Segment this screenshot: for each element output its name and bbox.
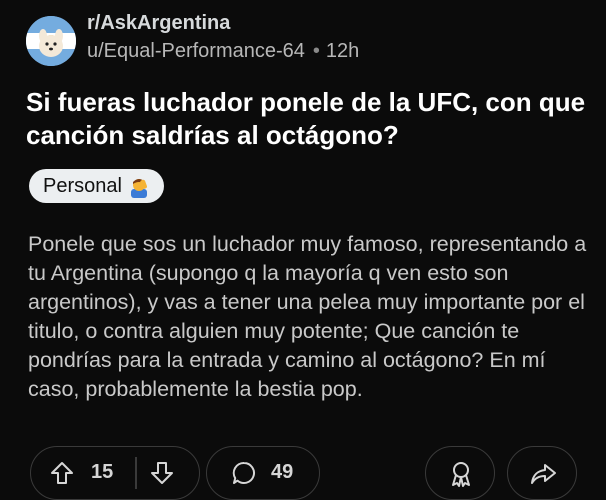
vote-pill: 15 [30,446,200,500]
post-title: Si fueras luchador ponele de la UFC, con… [26,87,586,150]
share-icon [531,464,556,484]
arrow-up-icon[interactable] [49,460,75,492]
arrow-down-icon[interactable] [149,460,175,492]
award-icon [452,462,470,487]
author-link[interactable]: u/Equal-Performance-64 [87,40,305,62]
person-facepalm-emoji-icon [128,175,150,198]
avatar-icon [26,16,76,66]
vote-divider [135,457,137,489]
post-age: 12h [325,40,360,62]
post-body: Ponele que sos un luchador muy famoso, r… [28,232,587,401]
share-button[interactable] [507,446,577,500]
comments-button[interactable]: 49 [206,446,320,500]
comment-count: 49 [271,461,294,483]
meta-separator: • [312,40,320,62]
flair-label: Personal [43,175,122,197]
comment-bubble-icon [231,460,257,492]
award-button[interactable] [425,446,495,500]
upvote-count: 15 [91,461,114,483]
post-action-bar: 15 49 [0,446,606,500]
subreddit-avatar[interactable] [26,16,76,66]
post-meta: u/Equal-Performance-64 • 12h [87,40,359,63]
post-flair[interactable]: Personal [29,169,164,203]
subreddit-name[interactable]: r/AskArgentina [87,12,230,35]
post-header: r/AskArgentina u/Equal-Performance-64 • 12… [26,12,586,72]
